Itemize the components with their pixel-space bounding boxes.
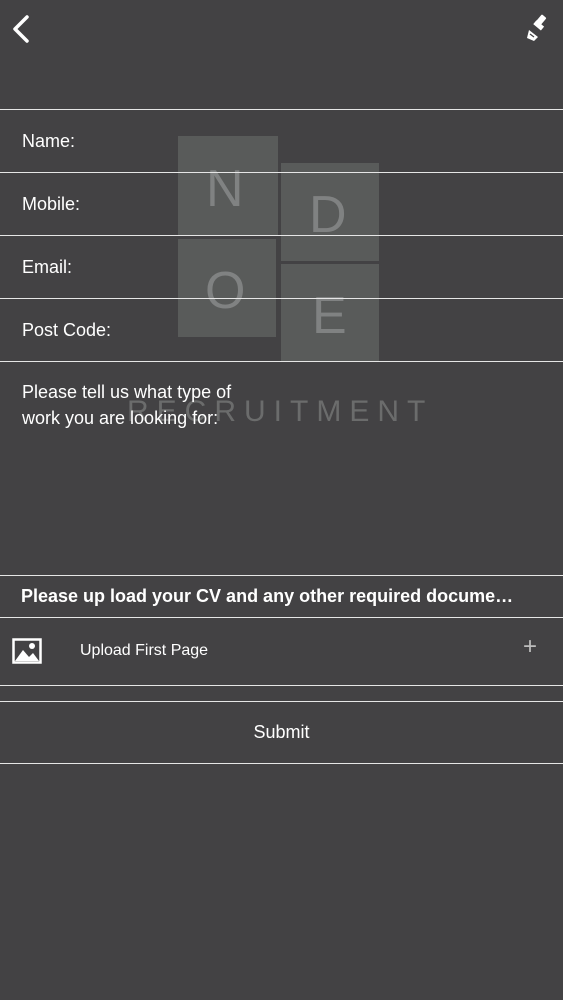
post-code-label: Post Code:: [22, 319, 112, 340]
paint-brush-icon: [527, 14, 547, 41]
upload-first-page-label: Upload First Page: [80, 642, 209, 659]
email-field[interactable]: Email:: [0, 235, 563, 298]
upload-first-page-button[interactable]: Upload First Page +: [0, 617, 563, 686]
application-form: Name: Mobile: Email: Post Code: Please t…: [0, 109, 563, 764]
mobile-label: Mobile:: [22, 193, 81, 214]
back-button[interactable]: [6, 10, 36, 48]
image-icon: [12, 638, 42, 664]
plus-icon: +: [522, 633, 537, 660]
name-label: Name:: [22, 130, 76, 151]
mobile-field[interactable]: Mobile:: [0, 172, 563, 235]
paint-brush-button[interactable]: [523, 12, 553, 44]
work-type-textarea[interactable]: Please tell us what type of work you are…: [0, 361, 563, 575]
upload-section-title: Please up load your CV and any other req…: [0, 575, 563, 617]
post-code-field[interactable]: Post Code:: [0, 298, 563, 361]
top-bar: [0, 0, 563, 60]
work-type-label: Please tell us what type of work you are…: [22, 382, 232, 428]
chevron-left-icon: [13, 15, 29, 43]
email-label: Email:: [22, 256, 73, 277]
name-field[interactable]: Name:: [0, 109, 563, 172]
submit-button[interactable]: Submit: [0, 701, 563, 764]
